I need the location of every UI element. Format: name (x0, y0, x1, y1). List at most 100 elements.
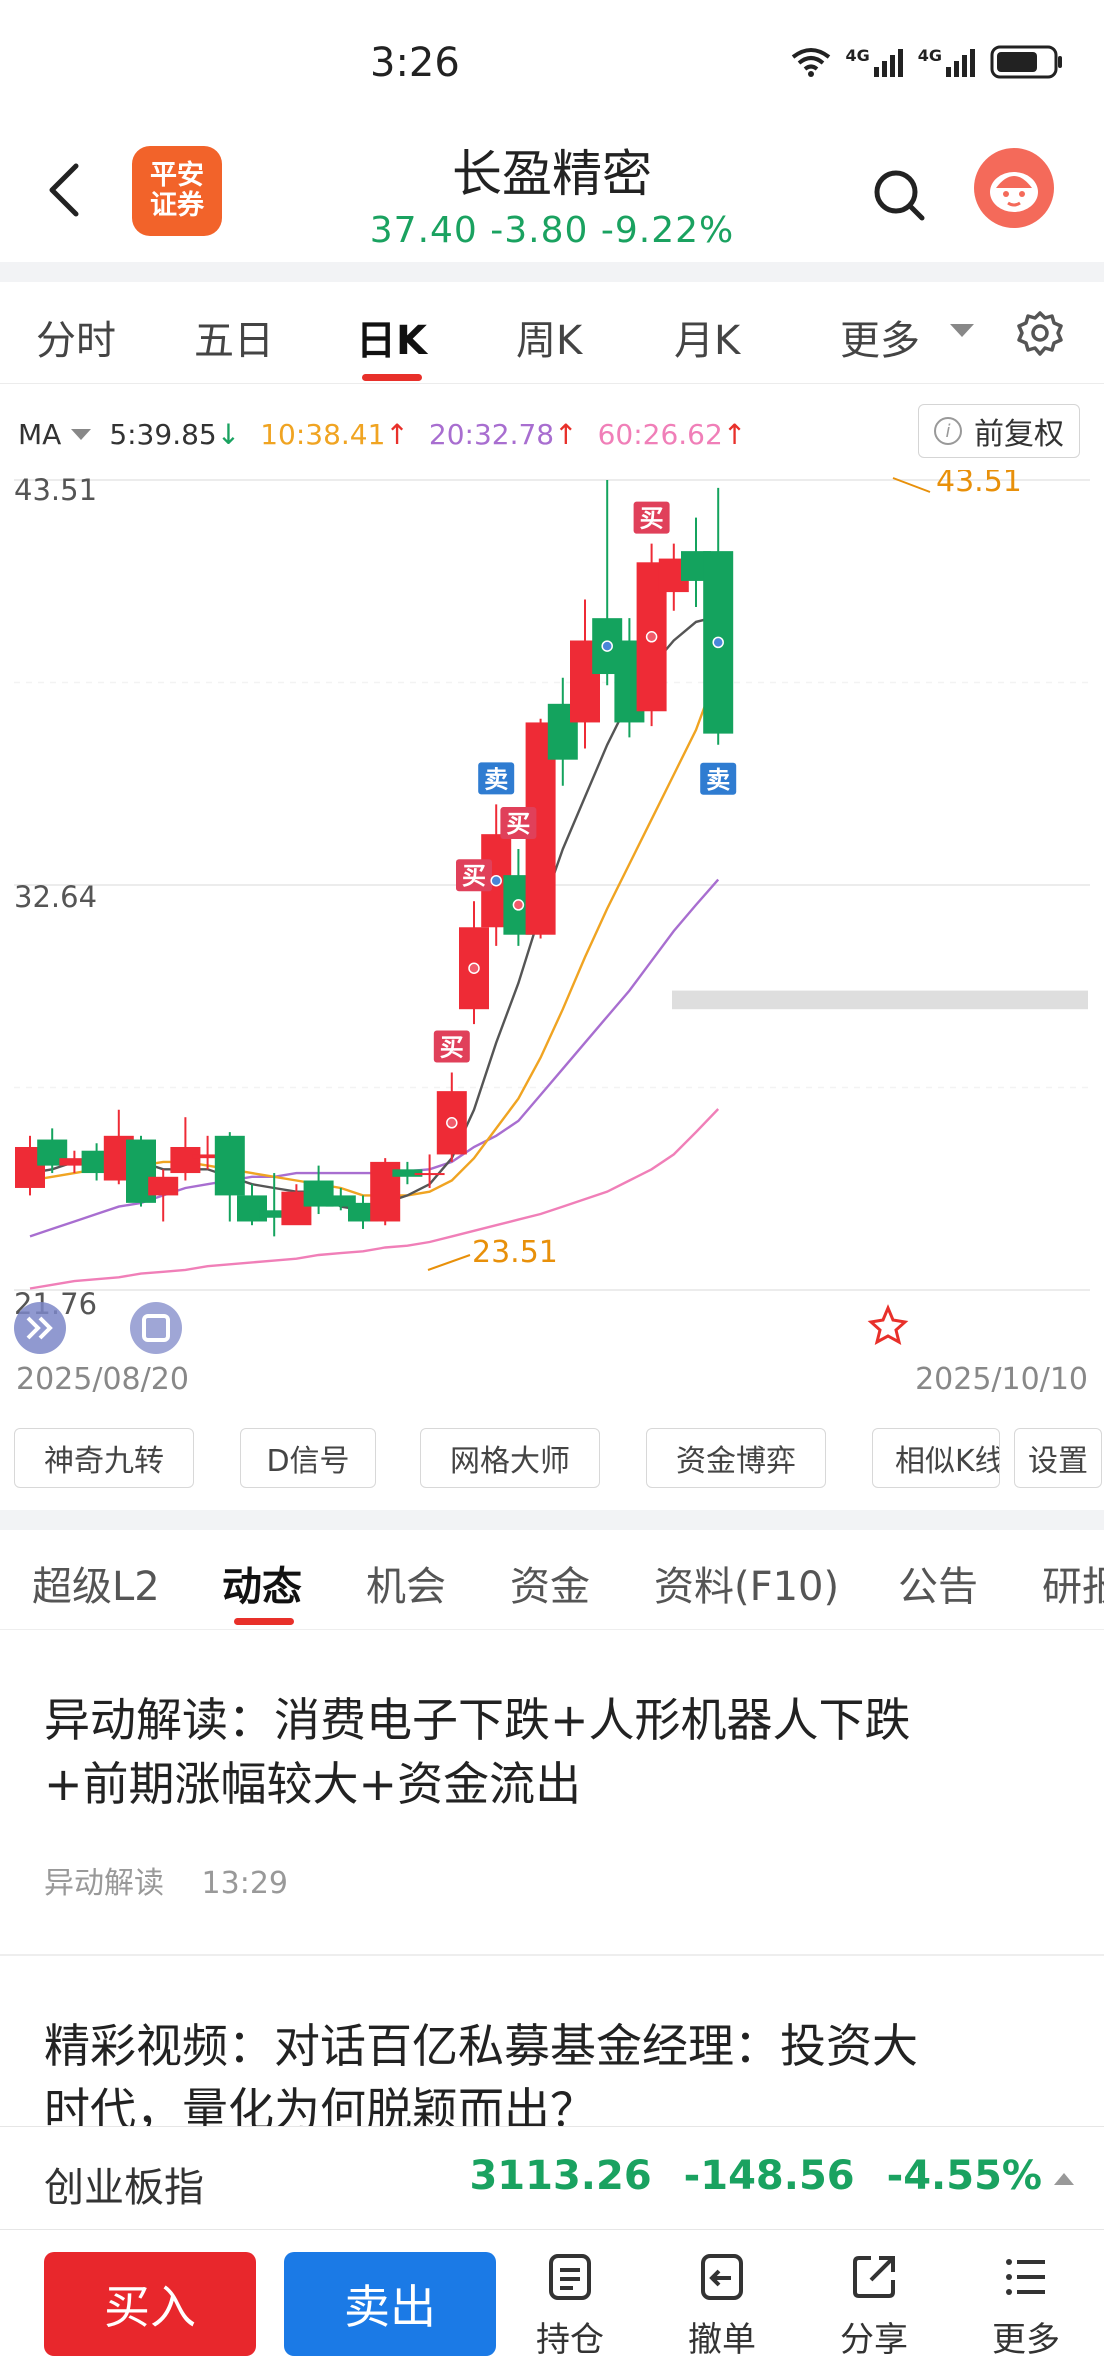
high-annotation: 43.51 (936, 470, 1022, 499)
signal-icon-2 (946, 49, 975, 77)
signal-dot (468, 962, 480, 974)
tab-monthly-k[interactable]: 月K (674, 308, 740, 366)
chevron-down-icon[interactable] (71, 428, 92, 440)
share-icon (853, 2256, 895, 2298)
news-title: 精彩视频：对话百亿私募基金经理：投资大 时代，量化为何脱颖而出？ (44, 2019, 918, 2137)
date-end: 2025/10/10 (915, 1362, 1088, 1397)
sell-signal-label: 卖 (484, 765, 508, 793)
date-start: 2025/08/20 (16, 1362, 189, 1397)
support-band (672, 990, 1088, 1010)
low-annotation: 23.51 (472, 1235, 558, 1270)
candles (15, 480, 734, 1237)
index-ticker[interactable]: 创业板指 3113.26 -148.56 -4.55% (0, 2126, 1104, 2230)
d-signal-button[interactable]: D信号 (240, 1428, 376, 1488)
tab-five-day[interactable]: 五日 (194, 308, 274, 366)
signal-dot (512, 899, 525, 911)
buy-signal-label: 买 (440, 1034, 464, 1062)
candle-body (170, 1146, 201, 1174)
menu-icon (1006, 2259, 1045, 2295)
news-item[interactable]: 精彩视频：对话百亿私募基金经理：投资大 时代，量化为何脱颖而出？ (44, 2014, 1064, 2142)
stock-name: 长盈精密 (452, 145, 652, 203)
positions-button[interactable]: 持仓 (510, 2252, 630, 2361)
tab-more[interactable]: 更多 (840, 308, 920, 366)
status-bar: 3:26 4G 4G (0, 0, 1104, 130)
grid-master-button[interactable]: 网格大师 (420, 1428, 600, 1488)
signal-icon-1 (873, 49, 903, 77)
document-icon (549, 2254, 591, 2300)
ma20-value: 20:32.78↑ (428, 417, 578, 451)
cancel-order-button[interactable]: 撤单 (662, 2252, 782, 2361)
bottom-action-bar: 买入 卖出 持仓 撤单 分享 更多 (0, 2230, 1104, 2376)
info-icon: i (934, 417, 962, 445)
tab-intraday[interactable]: 分时 (36, 308, 116, 366)
candle-body (214, 1135, 245, 1196)
more-button[interactable]: 更多 (966, 2252, 1086, 2361)
tab-super-l2[interactable]: 超级L2 (32, 1554, 160, 1612)
signal-dot (645, 631, 658, 643)
tab-capital[interactable]: 资金 (510, 1554, 590, 1612)
signal-dot (490, 874, 502, 887)
assistant-face-icon (990, 172, 1038, 212)
signal-dot (712, 636, 724, 649)
indicator-settings-button[interactable]: 设置 (1014, 1428, 1102, 1488)
share-button[interactable]: 分享 (814, 2252, 934, 2361)
undo-icon (701, 2254, 743, 2300)
chevron-up-icon[interactable] (1054, 2173, 1074, 2185)
candle-body (414, 1173, 445, 1176)
active-tab-indicator (234, 1618, 294, 1625)
tab-research[interactable]: 研报 (1042, 1554, 1104, 1612)
fullscreen-icon[interactable] (130, 1302, 182, 1354)
signal-dot (601, 640, 613, 652)
divider (0, 1954, 1104, 1956)
expand-icon[interactable] (14, 1302, 66, 1354)
assistant-avatar[interactable] (974, 148, 1054, 228)
ma10-line (29, 669, 720, 1197)
search-icon[interactable] (872, 168, 926, 222)
ma10-value: 10:38.41↑ (260, 417, 409, 451)
sell-button[interactable]: 卖出 (284, 2252, 496, 2356)
network-type-1: 4G (845, 45, 870, 65)
ma-legend: MA 5:39.85↓ 10:38.41↑ 20:32.78↑ 60:26.62… (18, 410, 766, 458)
tab-announcements[interactable]: 公告 (898, 1554, 978, 1612)
ma-label[interactable]: MA (18, 418, 61, 451)
info-tabs: 超级L2 动态 机会 资金 资料(F10) 公告 研报 (0, 1530, 1104, 1630)
network-type-2: 4G (917, 45, 942, 65)
tab-news-feed[interactable]: 动态 (222, 1554, 302, 1612)
section-separator (0, 262, 1104, 282)
news-time: 13:29 (201, 1866, 289, 1901)
index-values: 3113.26 -148.56 -4.55% (469, 2153, 1042, 2199)
share-label: 分享 (840, 2320, 908, 2360)
battery-icon (990, 45, 1062, 79)
star-icon[interactable] (867, 1304, 909, 1345)
tab-opportunity[interactable]: 机会 (366, 1554, 446, 1612)
index-value: 3113.26 (469, 2153, 652, 2199)
active-tab-indicator (362, 374, 422, 381)
kline-chart[interactable]: 买买卖买卖买卖 43.51 32.64 21.76 43.51 23.51 (0, 470, 1104, 1370)
chevron-down-icon[interactable] (950, 324, 974, 337)
gear-icon[interactable] (1016, 310, 1064, 358)
nine-turn-button[interactable]: 神奇九转 (14, 1428, 194, 1488)
fund-game-button[interactable]: 资金博弈 (646, 1428, 826, 1488)
news-item[interactable]: 异动解读：消费电子下跌+人形机器人下跌 +前期涨幅较大+资金流出 异动解读 13… (44, 1688, 1064, 1902)
period-tabs: 分时 五日 日K 周K 月K 更多 (0, 280, 1104, 384)
tab-weekly-k[interactable]: 周K (516, 308, 582, 366)
buy-signal-label: 买 (640, 505, 664, 533)
candle-body (392, 1169, 423, 1177)
buy-signal-label: 买 (506, 810, 530, 838)
news-meta: 异动解读 13:29 (44, 1858, 1064, 1902)
tab-daily-k[interactable]: 日K (356, 308, 427, 366)
adjustment-label: 前复权 (974, 417, 1064, 452)
ma5-value: 5:39.85↓ (109, 417, 241, 451)
news-source: 异动解读 (44, 1866, 164, 1901)
signal-dot (446, 1117, 458, 1129)
ma60-value: 60:26.62↑ (597, 417, 747, 451)
sell-signal-label: 卖 (706, 766, 730, 794)
adjustment-button[interactable]: i 前复权 (918, 404, 1080, 458)
similar-k-button[interactable]: 相似K线 (872, 1428, 1000, 1488)
wifi-icon (792, 48, 831, 77)
price-band (672, 990, 1088, 1010)
index-percent: -4.55% (886, 2153, 1042, 2199)
tab-profile-f10[interactable]: 资料(F10) (654, 1554, 839, 1612)
cancel-order-label: 撤单 (688, 2320, 756, 2360)
buy-button[interactable]: 买入 (44, 2252, 256, 2356)
